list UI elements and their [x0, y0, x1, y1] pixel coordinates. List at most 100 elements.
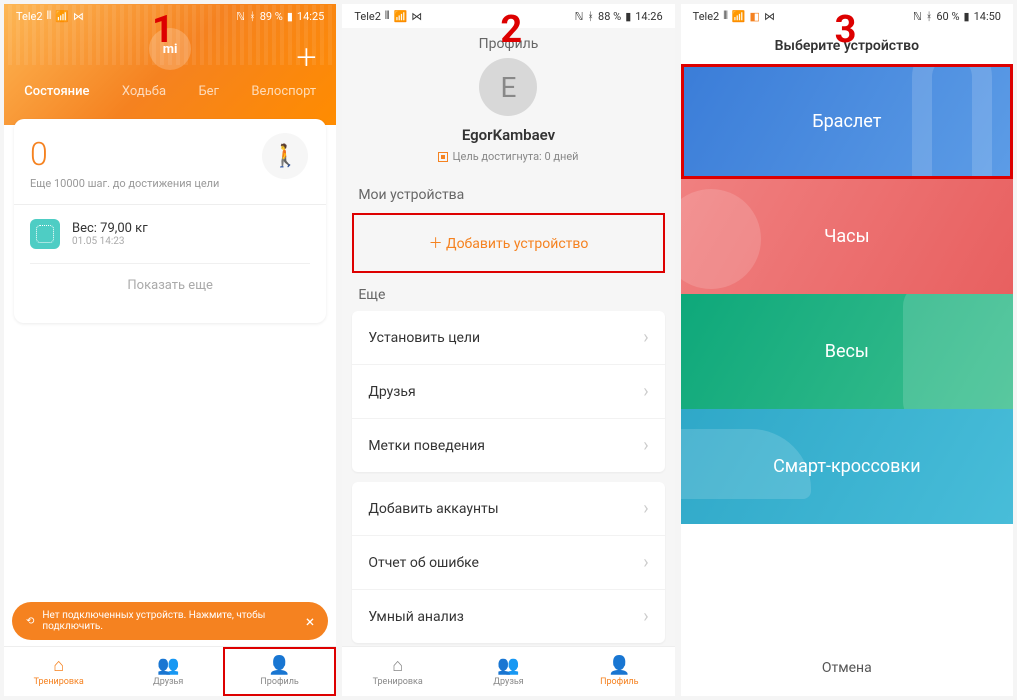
nav-training[interactable]: ⌂ Тренировка — [4, 647, 113, 696]
step-label-1: 1 — [152, 8, 174, 52]
battery-text: 88 % — [598, 10, 621, 23]
tile-bracelet[interactable]: Браслет — [681, 64, 1013, 179]
chevron-right-icon: › — [643, 606, 648, 627]
bracelet-shape-icon — [912, 64, 992, 179]
battery-icon: ▮ — [964, 10, 970, 23]
chevron-right-icon: › — [643, 552, 648, 573]
walk-icon: 🚶 — [262, 133, 308, 179]
wifi-icon: 📶 — [732, 10, 746, 23]
nav-friends-label: Друзья — [493, 677, 523, 687]
scale-icon — [30, 219, 60, 249]
cancel-button[interactable]: Отмена — [681, 640, 1013, 696]
profile-icon: 👤 — [268, 657, 290, 675]
weight-date: 01.05 14:23 — [72, 236, 148, 247]
add-icon[interactable]: ＋ — [294, 38, 318, 73]
shoe-shape-icon — [681, 429, 811, 499]
nav-training[interactable]: ⌂ Тренировка — [342, 647, 453, 696]
tab-walk[interactable]: Ходьба — [114, 78, 174, 105]
add-device-button[interactable]: ＋ Добавить устройство — [352, 213, 664, 273]
home-tabs: Состояние Ходьба Бег Велоспорт — [4, 78, 336, 105]
tab-status[interactable]: Состояние — [16, 78, 97, 105]
nav-training-label: Тренировка — [34, 677, 84, 687]
row-label: Умный анализ — [368, 609, 464, 625]
nav-friends[interactable]: 👥 Друзья — [453, 647, 564, 696]
phone-screen-1: 1 Tele2 ⫴ 📶 ⋈ ℕ ᚼ 89 % ▮ 14:25 ＋ mi Сост… — [4, 4, 336, 696]
chevron-right-icon: › — [643, 327, 648, 348]
tab-cycle[interactable]: Велоспорт — [243, 78, 324, 105]
time-label: 14:26 — [635, 10, 662, 23]
settings-list-1: Установить цели › Друзья › Метки поведения… — [352, 311, 664, 472]
add-device-text: ＋ Добавить устройство — [429, 236, 589, 252]
tile-watch[interactable]: Часы — [681, 179, 1013, 294]
chevron-right-icon: › — [643, 381, 648, 402]
row-label: Установить цели — [368, 330, 480, 346]
link-icon: ⋈ — [764, 10, 775, 23]
link-icon: ⟲ — [26, 616, 34, 627]
signal-icon: ⫴ — [385, 9, 390, 23]
nav-profile-label: Профиль — [260, 677, 298, 687]
wifi-icon: 📶 — [394, 10, 408, 23]
row-label: Метки поведения — [368, 438, 485, 454]
tile-label: Весы — [825, 341, 869, 362]
nav-profile[interactable]: 👤 Профиль — [564, 647, 675, 696]
bottom-nav: ⌂ Тренировка 👥 Друзья 👤 Профиль — [4, 646, 336, 696]
row-label: Друзья — [368, 384, 415, 400]
bottom-nav: ⌂ Тренировка 👥 Друзья 👤 Профиль — [342, 646, 674, 696]
battery-icon: ▮ — [625, 10, 631, 23]
step-label-2: 2 — [500, 8, 522, 52]
nfc-icon: ℕ — [575, 10, 584, 23]
more-title: Еще — [342, 275, 674, 311]
carrier-label: Tele2 — [354, 10, 381, 23]
watch-shape-icon — [681, 189, 761, 289]
time-label: 14:50 — [974, 10, 1001, 23]
phone-screen-3: 3 Tele2 ⫴ 📶 ◧ ⋈ ℕ ᚼ 60 % ▮ 14:50 Выберит… — [681, 4, 1013, 696]
bt-icon: ᚼ — [587, 10, 594, 23]
phone-screen-2: 2 Tele2 ⫴ 📶 ⋈ ℕ ᚼ 88 % ▮ 14:26 Профиль E… — [342, 4, 674, 696]
my-devices-title: Мои устройства — [342, 175, 674, 211]
profile-name: EgorKambaev — [342, 126, 674, 144]
avatar[interactable]: E — [479, 58, 537, 116]
settings-list-2: Добавить аккаунты › Отчет об ошибке › Умны… — [352, 482, 664, 643]
toast-text: Нет подключенных устройств. Нажмите, что… — [42, 610, 297, 632]
show-more-button[interactable]: Показать еще — [30, 263, 310, 307]
goal-text: Цель достигнута: 0 дней — [452, 150, 578, 163]
tile-label: Браслет — [812, 111, 881, 132]
nav-training-label: Тренировка — [373, 677, 423, 687]
close-icon[interactable]: × — [306, 612, 315, 631]
carrier-label: Tele2 — [693, 10, 720, 23]
row-goals[interactable]: Установить цели › — [352, 311, 664, 365]
no-device-toast[interactable]: ⟲ Нет подключенных устройств. Нажмите, ч… — [12, 602, 328, 640]
profile-icon: 👤 — [608, 657, 630, 675]
nav-profile-label: Профиль — [600, 677, 638, 687]
divider — [14, 204, 326, 205]
tile-scale[interactable]: Весы — [681, 294, 1013, 409]
weight-label: Вес: 79,00 кг — [72, 221, 148, 236]
flag-icon — [438, 152, 448, 162]
row-bugreport[interactable]: Отчет об ошибке › — [352, 536, 664, 590]
nfc-icon: ℕ — [913, 10, 922, 23]
apps-icon: ◧ — [750, 10, 760, 23]
weight-row[interactable]: Вес: 79,00 кг 01.05 14:23 — [30, 219, 310, 249]
chevron-right-icon: › — [643, 435, 648, 456]
scale-shape-icon — [903, 294, 1013, 409]
nav-friends[interactable]: 👥 Друзья — [113, 647, 222, 696]
row-accounts[interactable]: Добавить аккаунты › — [352, 482, 664, 536]
nav-profile[interactable]: 👤 Профиль — [223, 647, 336, 696]
goal-line: Цель достигнута: 0 дней — [342, 150, 674, 163]
row-behavior[interactable]: Метки поведения › — [352, 419, 664, 472]
friends-icon: 👥 — [497, 657, 519, 675]
tab-run[interactable]: Бег — [190, 78, 227, 105]
friends-icon: 👥 — [157, 657, 179, 675]
link-icon: ⋈ — [411, 10, 422, 23]
row-label: Отчет об ошибке — [368, 555, 479, 571]
home-icon: ⌂ — [53, 657, 64, 675]
bt-icon: ᚼ — [926, 10, 933, 23]
home-icon: ⌂ — [392, 657, 403, 675]
chevron-right-icon: › — [643, 498, 648, 519]
row-label: Добавить аккаунты — [368, 501, 498, 517]
steps-card[interactable]: 0 Еще 10000 шаг. до достижения цели 🚶 Ве… — [14, 119, 326, 323]
step-label-3: 3 — [835, 8, 857, 52]
row-friends[interactable]: Друзья › — [352, 365, 664, 419]
row-analysis[interactable]: Умный анализ › — [352, 590, 664, 643]
tile-shoes[interactable]: Смарт-кроссовки — [681, 409, 1013, 524]
